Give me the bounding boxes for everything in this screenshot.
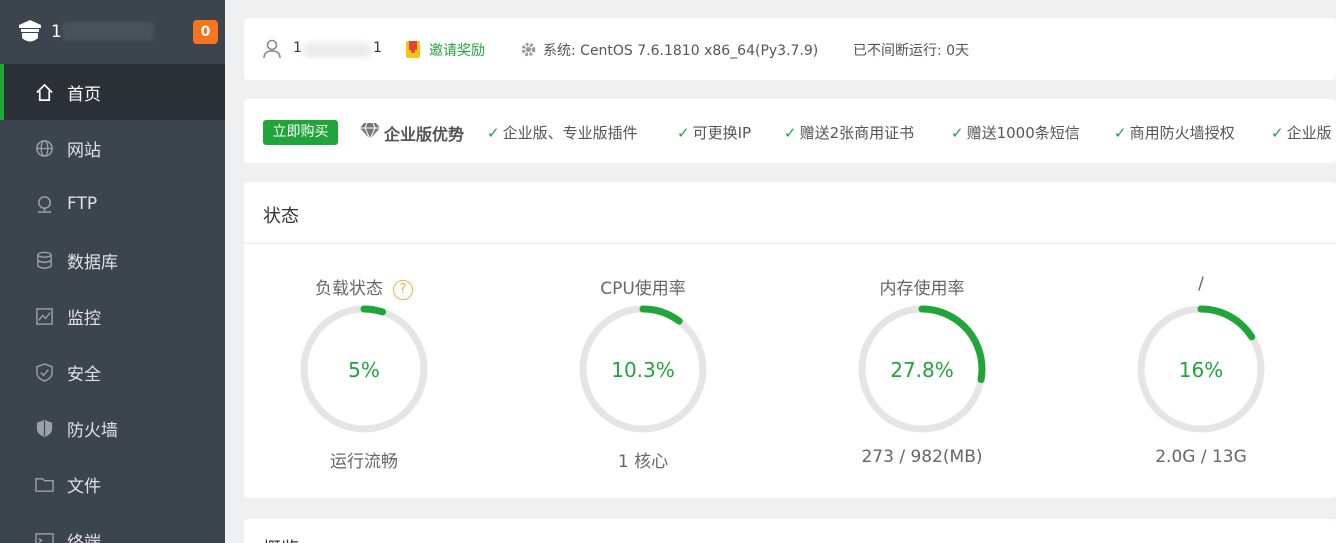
folder-icon xyxy=(35,475,54,494)
enterprise-promo-bar: 立即购买 企业版优势 ✓ 企业版、专业版插件 ✓ 可更换IP ✓ 赠送2张商用证书 ✓… xyxy=(244,99,1336,163)
buy-now-button[interactable]: 立即购买 xyxy=(263,120,338,145)
notification-badge[interactable]: 0 xyxy=(193,20,218,44)
sidebar-item-label: 终端 xyxy=(67,532,101,543)
check-icon: ✓ xyxy=(1114,124,1127,142)
gauge-subtext: 1 核心 xyxy=(617,452,669,472)
overview-panel: 概览 xyxy=(244,519,1336,543)
feature-item: ✓ 企业版、专业版插件 xyxy=(487,124,638,142)
sidebar-item-home[interactable]: 首页 xyxy=(0,64,225,120)
system-info: 系统: CentOS 7.6.1810 x86_64(Py3.7.9) xyxy=(543,43,819,59)
sidebar-item-files[interactable]: 文件 xyxy=(0,456,225,512)
globe-icon xyxy=(35,139,54,158)
database-icon xyxy=(35,251,54,270)
check-icon: ✓ xyxy=(1271,124,1284,142)
sidebar-item-label: 首页 xyxy=(67,84,101,105)
gauge-subtext: 2.0G / 13G xyxy=(1155,447,1247,467)
home-icon xyxy=(35,83,54,102)
brand-name-redaction xyxy=(62,22,154,40)
gauge-value: 5% xyxy=(348,358,380,382)
feature-item: ✓ 商用防火墙授权 xyxy=(1114,124,1235,142)
terminal-icon xyxy=(35,531,54,543)
main-content: 1 1 邀请奖励 系统: CentOS 7.6.1810 x86_64(Py3.… xyxy=(225,0,1336,543)
gauge-subtext: 运行流畅 xyxy=(330,452,398,472)
brand-header: 1 0 xyxy=(0,0,225,64)
gauge-memory[interactable]: 内存使用率 27.8% 273 / 982(MB) xyxy=(802,274,1042,474)
diamond-icon xyxy=(360,122,380,140)
gift-icon xyxy=(406,41,420,58)
user-icon xyxy=(263,39,281,59)
gauge-value: 10.3% xyxy=(611,358,675,382)
sidebar-item-ftp[interactable]: FTP xyxy=(0,176,225,232)
sidebar-item-monitor[interactable]: 监控 xyxy=(0,288,225,344)
feature-item: ✓ 企业版 xyxy=(1271,124,1332,142)
sidebar-item-label: 文件 xyxy=(67,476,101,497)
shield-check-icon xyxy=(35,362,54,382)
check-icon: ✓ xyxy=(677,124,690,142)
sidebar: 1 0 首页 网站 FTP 数据库 监控 安全 防火墙 文件 终端 xyxy=(0,0,225,543)
gauge-label: 内存使用率 xyxy=(879,279,965,299)
feature-item: ✓ 赠送1000条短信 xyxy=(951,124,1080,142)
sidebar-item-label: 网站 xyxy=(67,140,101,161)
gauge-label: 负载状态? xyxy=(244,274,484,300)
gauge-label: CPU使用率 xyxy=(600,279,686,299)
gauge-disk[interactable]: / 16% 2.0G / 13G xyxy=(1081,274,1321,474)
brand-name: 1 xyxy=(51,22,62,42)
sidebar-nav: 首页 网站 FTP 数据库 监控 安全 防火墙 文件 终端 xyxy=(0,64,225,543)
sidebar-item-label: 监控 xyxy=(67,308,101,329)
check-icon: ✓ xyxy=(784,124,797,142)
feature-item: ✓ 可更换IP xyxy=(677,124,752,142)
sidebar-item-terminal[interactable]: 终端 xyxy=(0,512,225,543)
sidebar-item-label: 数据库 xyxy=(67,252,118,273)
gauge-value: 27.8% xyxy=(890,358,954,382)
status-title: 状态 xyxy=(263,206,299,227)
status-panel: 状态 负载状态? 5% 运行流畅 CPU使用率 10.3% 1 核心 内存使用率 xyxy=(244,182,1336,498)
gauge-subtext: 273 / 982(MB) xyxy=(861,447,983,467)
sidebar-item-website[interactable]: 网站 xyxy=(0,120,225,176)
check-icon: ✓ xyxy=(951,124,964,142)
divider xyxy=(244,243,1336,244)
top-info-bar: 1 1 邀请奖励 系统: CentOS 7.6.1810 x86_64(Py3.… xyxy=(244,18,1336,80)
sidebar-item-firewall[interactable]: 防火墙 xyxy=(0,400,225,456)
invite-reward-link[interactable]: 邀请奖励 xyxy=(429,40,485,60)
username-head: 1 xyxy=(293,40,302,56)
gauge-label: / xyxy=(1198,274,1204,294)
sidebar-item-security[interactable]: 安全 xyxy=(0,344,225,400)
gauge-cpu[interactable]: CPU使用率 10.3% 1 核心 xyxy=(523,274,763,474)
monitor-icon xyxy=(35,307,54,326)
username-tail: 1 xyxy=(373,40,382,56)
sidebar-item-label: FTP xyxy=(67,194,98,214)
username-redaction xyxy=(302,42,372,58)
gauge-value: 16% xyxy=(1178,358,1224,382)
shield-icon xyxy=(35,419,54,438)
help-icon[interactable]: ? xyxy=(393,280,413,300)
overview-title: 概览 xyxy=(263,535,299,543)
gauge-load[interactable]: 负载状态? 5% 运行流畅 xyxy=(244,274,484,474)
sidebar-item-label: 安全 xyxy=(67,364,101,385)
gear-icon xyxy=(521,42,536,57)
sidebar-item-database[interactable]: 数据库 xyxy=(0,232,225,288)
promo-title: 企业版优势 xyxy=(384,125,465,144)
uptime-info: 已不间断运行: 0天 xyxy=(853,43,970,59)
ftp-icon xyxy=(35,195,54,214)
sidebar-item-label: 防火墙 xyxy=(67,420,118,441)
check-icon: ✓ xyxy=(487,124,500,142)
feature-item: ✓ 赠送2张商用证书 xyxy=(784,124,915,142)
logo-icon xyxy=(19,20,41,42)
